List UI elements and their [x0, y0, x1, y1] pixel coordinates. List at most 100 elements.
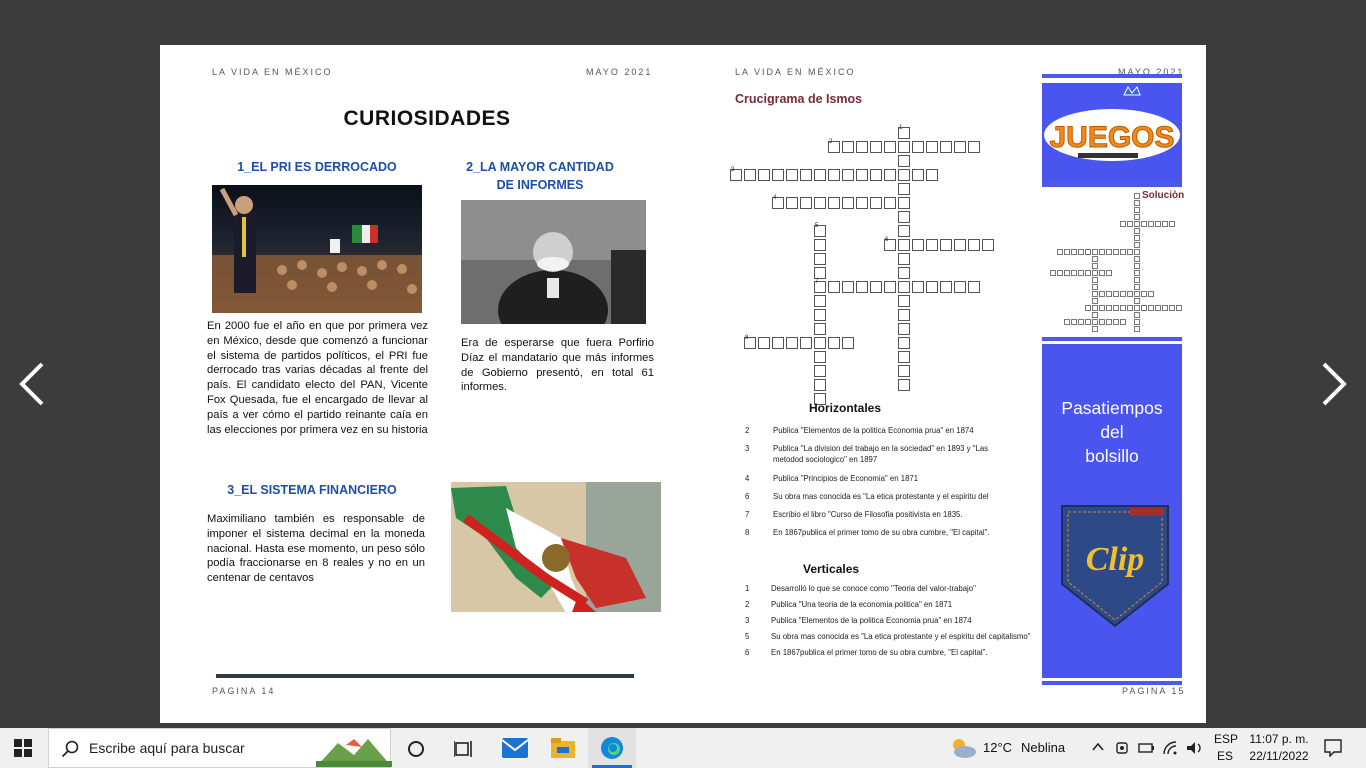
wifi-icon[interactable]	[1162, 740, 1180, 761]
solution-cell	[1092, 326, 1098, 332]
solution-cell	[1078, 270, 1084, 276]
crossword-cell	[898, 253, 910, 265]
camera-icon[interactable]	[1114, 740, 1130, 761]
solution-cell	[1092, 249, 1098, 255]
task-view-icon[interactable]	[453, 739, 474, 764]
crossword-cell	[968, 281, 980, 293]
solution-cell	[1120, 249, 1126, 255]
solution-cell	[1092, 270, 1098, 276]
solution-cell	[1085, 249, 1091, 255]
side-mid-line	[1042, 183, 1182, 187]
crossword-cell	[814, 379, 826, 391]
crossword-cell	[814, 253, 826, 265]
solution-cell	[1134, 249, 1140, 255]
weather-temp[interactable]: 12°C	[983, 740, 1012, 755]
solution-cell	[1134, 193, 1140, 199]
taskbar-search-box[interactable]: Escribe aquí para buscar	[48, 728, 392, 768]
crossword-cell	[856, 169, 868, 181]
solution-cell	[1106, 319, 1112, 325]
windows-start-icon[interactable]	[14, 739, 32, 762]
solution-cell	[1162, 305, 1168, 311]
solution-cell	[1106, 249, 1112, 255]
previous-page-arrow-icon[interactable]	[12, 358, 52, 410]
solution-cell	[1106, 305, 1112, 311]
crossword-number: 5	[815, 223, 819, 229]
solution-label: Soluciòn	[1142, 190, 1185, 201]
solution-cell	[1169, 221, 1175, 227]
cortana-icon[interactable]	[406, 739, 426, 764]
mexico-money-photo	[446, 478, 661, 618]
solution-cell	[1071, 319, 1077, 325]
chevron-up-icon[interactable]	[1091, 740, 1105, 759]
edge-taskbar-button[interactable]	[588, 728, 636, 768]
crossword-number: 6	[885, 237, 889, 243]
crossword-cell	[898, 183, 910, 195]
crossword-number: 1	[899, 125, 903, 131]
mail-icon[interactable]	[501, 738, 529, 763]
solution-cell	[1057, 270, 1063, 276]
crossword-cell	[968, 239, 980, 251]
crossword-cell	[814, 309, 826, 321]
solution-cell	[1134, 207, 1140, 213]
solution-cell	[1113, 305, 1119, 311]
crossword-cell	[870, 141, 882, 153]
edge-icon	[601, 737, 623, 759]
solution-cell	[1113, 249, 1119, 255]
crossword-cell	[786, 337, 798, 349]
porfirio-diaz-photo	[461, 200, 646, 324]
crossword-cell	[884, 141, 896, 153]
solution-cell	[1092, 256, 1098, 262]
crossword-cell	[898, 351, 910, 363]
weather-desc[interactable]: Neblina	[1021, 740, 1065, 755]
section2-title: 2_LA MAYOR CANTIDAD DE INFORMES	[466, 160, 614, 192]
document-viewer: LA VIDA EN MÉXICO MAYO 2021 CURIOSIDADES…	[0, 0, 1366, 728]
volume-icon[interactable]	[1186, 740, 1204, 761]
crossword-cell	[912, 141, 924, 153]
crossword-number: 8	[745, 335, 749, 341]
solution-cell	[1078, 249, 1084, 255]
solution-cell	[1092, 298, 1098, 304]
juegos-banner: JUEGOS	[1042, 83, 1182, 185]
battery-icon[interactable]	[1138, 740, 1156, 761]
crossword-cell	[814, 351, 826, 363]
pocket-clip-logo: Clip	[1061, 505, 1169, 628]
crossword-cell	[772, 169, 784, 181]
solution-cell	[1113, 291, 1119, 297]
crossword-cell	[744, 169, 756, 181]
crossword-cell	[870, 169, 882, 181]
next-page-arrow-icon[interactable]	[1314, 358, 1354, 410]
notification-icon[interactable]	[1324, 739, 1342, 762]
clock-time: 11:07 p. m.	[1249, 732, 1309, 746]
solution-cell	[1134, 326, 1140, 332]
crossword-number: 2	[829, 139, 833, 145]
crossword-cell	[898, 281, 910, 293]
crossword-cell	[898, 295, 910, 307]
crossword-cell	[898, 155, 910, 167]
crossword-cell	[940, 239, 952, 251]
crossword-cell	[758, 337, 770, 349]
solution-cell	[1148, 291, 1154, 297]
solution-cell	[1071, 270, 1077, 276]
search-icon	[61, 740, 79, 758]
crossword-cell	[982, 239, 994, 251]
solution-cell	[1099, 270, 1105, 276]
solution-cell	[1141, 221, 1147, 227]
solution-cell	[1134, 228, 1140, 234]
crossword-cell	[842, 169, 854, 181]
crossword-cell	[856, 281, 868, 293]
solution-cell	[1064, 270, 1070, 276]
weather-icon[interactable]	[949, 736, 977, 765]
solution-cell	[1141, 291, 1147, 297]
solution-cell	[1064, 249, 1070, 255]
solution-cell	[1120, 291, 1126, 297]
solution-cell	[1134, 221, 1140, 227]
crossword-cell	[842, 141, 854, 153]
crossword-cell	[814, 323, 826, 335]
crossword-cell	[898, 239, 910, 251]
crossword-cell	[898, 141, 910, 153]
left-page-number: PAGINA 14	[212, 686, 276, 696]
file-explorer-icon[interactable]	[551, 738, 575, 763]
solution-cell	[1127, 305, 1133, 311]
crossword-cell	[898, 211, 910, 223]
crossword-cell	[954, 141, 966, 153]
